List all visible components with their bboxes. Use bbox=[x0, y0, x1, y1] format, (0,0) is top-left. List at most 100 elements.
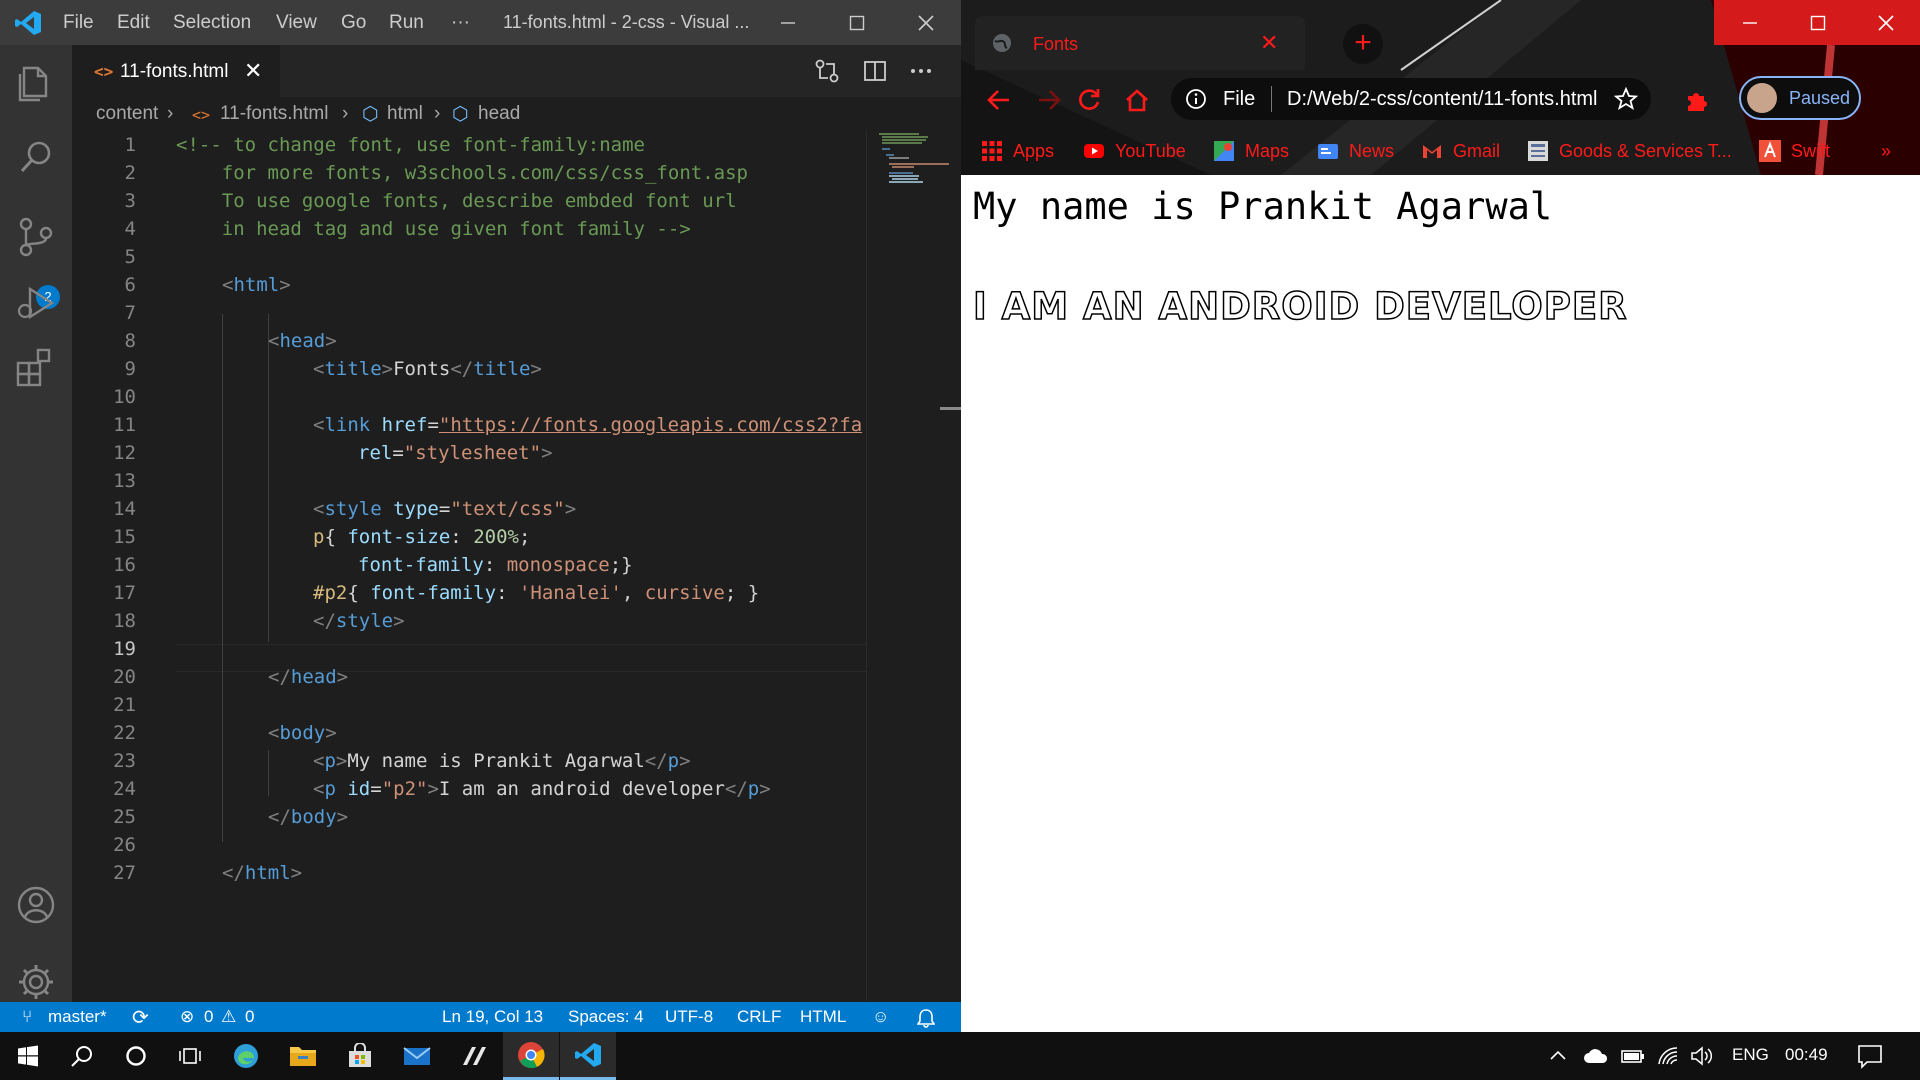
wifi-icon[interactable] bbox=[1656, 1044, 1682, 1068]
tag-name: p bbox=[747, 778, 760, 800]
compare-changes-icon[interactable] bbox=[813, 57, 841, 85]
indentation-status[interactable]: Spaces: 4 bbox=[568, 1007, 644, 1027]
store-taskbar-button[interactable] bbox=[332, 1032, 388, 1080]
encoding-status[interactable]: UTF-8 bbox=[665, 1007, 713, 1027]
line-number: 7 bbox=[124, 302, 136, 324]
onedrive-cloud-icon[interactable] bbox=[1582, 1046, 1610, 1066]
tag-name: p bbox=[667, 750, 680, 772]
tab-close-icon[interactable]: ✕ bbox=[1260, 30, 1278, 56]
breadcrumb-html[interactable]: html bbox=[387, 103, 423, 125]
bookmark-goods-services[interactable]: Goods & Services T... bbox=[1527, 136, 1732, 166]
bookmark-news[interactable]: News bbox=[1317, 136, 1394, 166]
run-debug-icon[interactable] bbox=[14, 281, 58, 325]
browser-tab-fonts[interactable]: Fonts ✕ bbox=[975, 16, 1305, 70]
start-button[interactable] bbox=[0, 1032, 56, 1080]
tab-11-fonts-html[interactable]: <> 11-fonts.html ✕ bbox=[72, 45, 280, 97]
battery-icon[interactable] bbox=[1620, 1046, 1646, 1066]
vscode-logo-icon bbox=[575, 1042, 601, 1067]
symbol-element-icon: ⬡ bbox=[452, 104, 469, 125]
bookmark-youtube[interactable]: YouTube bbox=[1083, 136, 1186, 166]
css-value: cursive bbox=[644, 582, 725, 604]
error-count[interactable]: 0 bbox=[204, 1007, 213, 1027]
cortana-button[interactable] bbox=[108, 1032, 164, 1080]
bookmark-maps[interactable]: Maps bbox=[1213, 136, 1289, 166]
source-control-icon[interactable] bbox=[14, 215, 58, 259]
extensions-icon[interactable] bbox=[14, 345, 58, 389]
breadcrumb-content[interactable]: content bbox=[96, 103, 158, 125]
close-icon bbox=[1878, 14, 1894, 31]
new-tab-button[interactable]: + bbox=[1343, 24, 1383, 64]
bookmark-star-icon[interactable] bbox=[1614, 87, 1638, 111]
scrollbar-marker[interactable] bbox=[940, 407, 961, 410]
minimap[interactable] bbox=[866, 131, 961, 1001]
chrome-maximize-button[interactable] bbox=[1784, 0, 1852, 45]
menu-view[interactable]: View bbox=[276, 12, 317, 34]
bookmark-gmail[interactable]: Gmail bbox=[1421, 136, 1500, 166]
extensions-puzzle-icon[interactable] bbox=[1683, 86, 1711, 114]
chrome-minimize-button[interactable] bbox=[1716, 0, 1784, 45]
address-url[interactable]: D:/Web/2-css/content/11-fonts.html bbox=[1287, 88, 1598, 111]
language-mode[interactable]: HTML bbox=[800, 1007, 846, 1027]
bookmark-apps[interactable]: Apps bbox=[981, 136, 1054, 166]
mail-taskbar-button[interactable] bbox=[389, 1032, 445, 1080]
bookmark-swift[interactable]: Swift bbox=[1759, 136, 1830, 166]
address-bar[interactable]: File D:/Web/2-css/content/11-fonts.html bbox=[1171, 78, 1651, 120]
warning-count[interactable]: 0 bbox=[245, 1007, 254, 1027]
accounts-icon[interactable] bbox=[14, 883, 58, 927]
code-line: </head> bbox=[268, 666, 349, 688]
bookmarks-more-button[interactable]: » bbox=[1881, 136, 1891, 166]
search-button[interactable] bbox=[54, 1032, 110, 1080]
home-icon[interactable] bbox=[1123, 86, 1151, 114]
minimize-button[interactable] bbox=[760, 0, 816, 45]
notifications-bell-icon[interactable] bbox=[917, 1008, 935, 1028]
back-arrow-icon[interactable] bbox=[985, 86, 1013, 114]
settings-gear-icon[interactable] bbox=[14, 960, 58, 1004]
feedback-icon[interactable]: ☺ bbox=[872, 1007, 889, 1027]
menu-edit[interactable]: Edit bbox=[117, 12, 150, 34]
git-branch-status[interactable]: master* bbox=[48, 1007, 107, 1027]
code-editor[interactable]: 1 <!-- to change font, use font-family:na… bbox=[72, 131, 866, 1001]
file-explorer-taskbar-button[interactable] bbox=[275, 1032, 331, 1080]
news-icon bbox=[1318, 144, 1338, 159]
eol-status[interactable]: CRLF bbox=[737, 1007, 781, 1027]
vscode-taskbar-button[interactable] bbox=[560, 1032, 616, 1080]
profile-button[interactable]: Paused bbox=[1739, 76, 1861, 120]
forward-arrow-icon[interactable] bbox=[1035, 86, 1063, 114]
explorer-icon[interactable] bbox=[14, 60, 58, 104]
notification-center-icon[interactable] bbox=[1857, 1043, 1883, 1069]
tag-name: title bbox=[473, 358, 531, 380]
chevron-right-icon: › bbox=[434, 103, 441, 124]
close-button[interactable] bbox=[898, 0, 954, 45]
split-editor-icon[interactable] bbox=[861, 57, 889, 85]
breadcrumb-head[interactable]: head bbox=[478, 103, 520, 125]
maximize-button[interactable] bbox=[829, 0, 885, 45]
chrome-close-button[interactable] bbox=[1852, 0, 1920, 45]
cursor-position[interactable]: Ln 19, Col 13 bbox=[442, 1007, 543, 1027]
windows-logo-icon bbox=[18, 1045, 38, 1067]
chevron-right-icon: › bbox=[342, 103, 349, 124]
chevron-up-icon[interactable] bbox=[1549, 1048, 1567, 1062]
attr-value-url[interactable]: "https://fonts.googleapis.com/css2?fa bbox=[439, 414, 862, 436]
edge-taskbar-button[interactable] bbox=[218, 1032, 274, 1080]
menu-run[interactable]: Run bbox=[389, 12, 424, 34]
tab-close-icon[interactable]: ✕ bbox=[244, 58, 262, 84]
menu-go[interactable]: Go bbox=[341, 12, 366, 34]
tag-name: head bbox=[290, 666, 337, 688]
breadcrumb-file[interactable]: 11-fonts.html bbox=[220, 103, 328, 125]
volume-icon[interactable] bbox=[1690, 1045, 1714, 1067]
app-taskbar-button[interactable] bbox=[446, 1032, 502, 1080]
chrome-taskbar-button[interactable] bbox=[503, 1032, 559, 1080]
sync-icon[interactable]: ⟳ bbox=[132, 1005, 149, 1030]
reload-icon[interactable] bbox=[1075, 86, 1103, 114]
error-icon: ⊗ bbox=[180, 1007, 195, 1026]
info-icon[interactable] bbox=[1185, 88, 1207, 110]
bookmark-label: Gmail bbox=[1453, 140, 1501, 161]
menu-file[interactable]: File bbox=[63, 12, 94, 34]
menu-selection[interactable]: Selection bbox=[173, 12, 251, 34]
more-actions-icon[interactable] bbox=[907, 57, 935, 85]
input-language[interactable]: ENG bbox=[1732, 1045, 1769, 1065]
menu-more[interactable]: ··· bbox=[451, 12, 470, 34]
clock[interactable]: 00:49 bbox=[1785, 1045, 1828, 1065]
task-view-button[interactable] bbox=[162, 1032, 218, 1080]
search-icon[interactable] bbox=[14, 135, 58, 179]
